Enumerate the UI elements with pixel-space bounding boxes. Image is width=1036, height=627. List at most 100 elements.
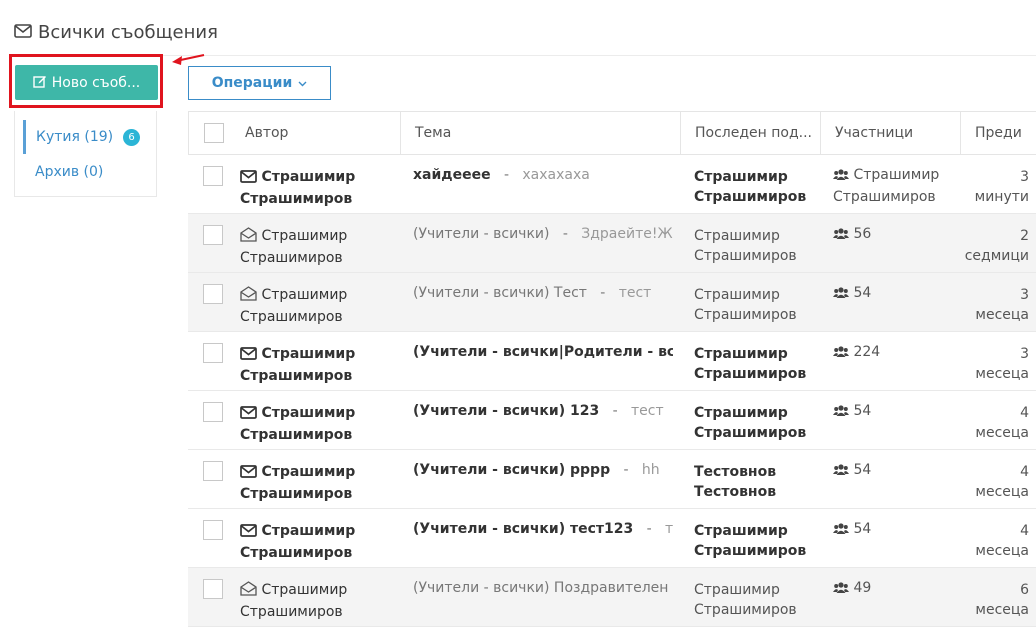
sidebar-item-archive[interactable]: Архив (0) (23, 155, 138, 189)
author-first-name: Страшимир (261, 582, 348, 598)
table-row[interactable]: Страшимир Страшимиров (Учители - всички) р… (188, 450, 1036, 509)
topic-cell[interactable]: (Учители - всички) тест123 - тес... (413, 519, 673, 539)
ago-cell: 4 месеца (959, 521, 1029, 561)
ago-unit: седмици (964, 248, 1029, 264)
topic-cell[interactable]: (Учители - всички) Тест - тест (413, 283, 673, 303)
table-row[interactable]: Страшимир Страшимиров (Учители - всички) 1… (188, 391, 1036, 450)
sidebar-item-label: Архив (0) (35, 164, 104, 180)
column-header-last-reply[interactable]: Последен под... (695, 112, 812, 154)
row-checkbox[interactable] (203, 225, 223, 245)
participants-text: 56 (853, 226, 872, 242)
topic-snippet: тест (618, 285, 652, 301)
ago-unit: минути (974, 189, 1029, 205)
last-reply-cell: Страшимир Страшимиров (694, 521, 814, 561)
topic-text: (Учители - всички) Тест (413, 285, 587, 301)
last-reply-last: Страшимиров (694, 366, 807, 382)
table-row[interactable]: Страшимир Страшимиров (Учители - всички) -… (188, 214, 1036, 273)
ago-unit: месеца (975, 307, 1029, 323)
last-reply-last: Страшимиров (694, 602, 797, 618)
ago-cell: 6 месеца (959, 580, 1029, 620)
topic-snippet: тес... (665, 521, 673, 537)
column-divider (820, 112, 821, 154)
last-reply-first: Страшимир (694, 523, 788, 539)
users-icon (833, 226, 849, 246)
row-checkbox[interactable] (203, 520, 223, 540)
last-reply-first: Страшимир (694, 346, 788, 362)
row-checkbox[interactable] (203, 284, 223, 304)
table-row[interactable]: Страшимир Страшимиров (Учители - всички) Т… (188, 273, 1036, 332)
table-row[interactable]: Страшимир Страшимиров (Учители - всички) П… (188, 568, 1036, 627)
select-all-checkbox[interactable] (204, 123, 224, 143)
author-last-name: Страшимиров (240, 309, 343, 325)
column-header-participants[interactable]: Участници (835, 112, 913, 154)
column-header-ago[interactable]: Преди (975, 112, 1022, 154)
author-last-name: Страшимиров (240, 427, 353, 443)
author-cell: Страшимир Страшимиров (240, 344, 390, 386)
topic-text: (Учители - всички) (413, 226, 550, 242)
last-reply-cell: Страшимир Страшимиров (694, 285, 814, 325)
author-last-name: Страшимиров (240, 191, 353, 207)
envelope-icon (240, 405, 257, 425)
table-row[interactable]: Страшимир Страшимиров (Учители - всички|Ро… (188, 332, 1036, 391)
topic-cell[interactable]: (Учители - всички|Родители - вс... (413, 342, 673, 362)
users-icon (833, 462, 849, 482)
author-cell: Страшимир Страшимиров (240, 167, 390, 209)
topic-cell[interactable]: хайдееее - хахахаха (413, 165, 673, 185)
table-row[interactable]: Страшимир Страшимиров хайдееее - хахахаха С… (188, 155, 1036, 214)
envelope-icon (14, 22, 32, 43)
ago-number: 3 (1020, 287, 1029, 303)
participants-cell: 224 (833, 342, 958, 364)
messages-table: Автор Тема Последен под... Участници Пре… (188, 111, 1036, 627)
participants-cell: 54 (833, 519, 958, 541)
author-cell: Страшимир Страшимиров (240, 285, 390, 327)
table-row[interactable]: Страшимир Страшимиров (Учители - всички) т… (188, 509, 1036, 568)
new-message-button[interactable]: Ново съоб... (15, 65, 158, 100)
users-icon (833, 344, 849, 364)
author-cell: Страшимир Страшимиров (240, 521, 390, 563)
column-header-author[interactable]: Автор (245, 112, 288, 154)
row-checkbox[interactable] (203, 343, 223, 363)
new-message-label: Ново съоб... (51, 74, 141, 91)
participants-text: 49 (853, 580, 872, 596)
topic-cell[interactable]: (Учители - всички) - Здраейте!Же... (413, 224, 673, 244)
page-title: Всички съобщения (14, 22, 218, 43)
table-body: Страшимир Страшимиров хайдееее - хахахаха С… (188, 155, 1036, 627)
topic-separator: - (623, 462, 629, 478)
ago-unit: месеца (975, 425, 1029, 441)
topic-text: (Учители - всички) рррр (413, 462, 611, 478)
author-cell: Страшимир Страшимиров (240, 462, 390, 504)
ago-number: 4 (1020, 464, 1029, 480)
title-divider (14, 55, 1036, 56)
last-reply-cell: Тестовнов Тестовнов (694, 462, 814, 502)
operations-dropdown[interactable]: Операции (188, 66, 331, 100)
column-header-topic[interactable]: Тема (415, 112, 451, 154)
participants-text-line2: Страшимиров (833, 189, 936, 205)
author-first-name: Страшимир (261, 228, 348, 244)
topic-snippet: hh (641, 462, 660, 478)
author-last-name: Страшимиров (240, 604, 343, 620)
participants-cell: 54 (833, 401, 958, 423)
table-header: Автор Тема Последен под... Участници Пре… (188, 111, 1036, 155)
author-first-name: Страшимир (261, 287, 348, 303)
unread-count-badge: 6 (123, 129, 140, 146)
author-last-name: Страшимиров (240, 250, 343, 266)
topic-cell[interactable]: (Учители - всички) Поздравителен ... (413, 578, 673, 598)
topic-snippet: Здраейте!Же... (581, 226, 673, 242)
operations-label: Операции (211, 75, 293, 91)
row-checkbox[interactable] (203, 402, 223, 422)
users-icon (833, 285, 849, 305)
sidebar-item-inbox[interactable]: Кутия (19) 6 (23, 120, 140, 154)
author-first-name: Страшимир (261, 346, 356, 362)
row-checkbox[interactable] (203, 461, 223, 481)
envelope-icon (240, 169, 257, 189)
ago-unit: месеца (975, 484, 1029, 500)
topic-cell[interactable]: (Учители - всички) рррр - hh (413, 460, 673, 480)
ago-cell: 2 седмици (959, 226, 1029, 266)
last-reply-cell: Страшимир Страшимиров (694, 167, 814, 207)
participants-cell: 54 (833, 283, 958, 305)
ago-cell: 3 месеца (959, 344, 1029, 384)
row-checkbox[interactable] (203, 579, 223, 599)
author-cell: Страшимир Страшимиров (240, 403, 390, 445)
row-checkbox[interactable] (203, 166, 223, 186)
topic-cell[interactable]: (Учители - всички) 123 - тест (413, 401, 673, 421)
